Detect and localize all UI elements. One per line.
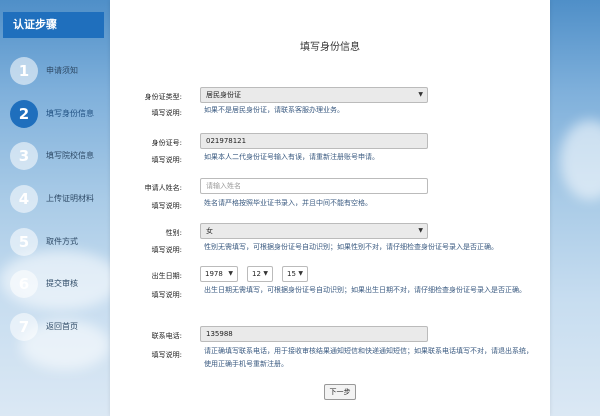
hint-label: 填写说明: — [151, 202, 182, 210]
chevron-down-icon: ▼ — [418, 91, 423, 98]
step-item-2[interactable]: 2 填写身份信息 — [10, 100, 105, 130]
phone-label: 联系电话: — [151, 332, 182, 340]
step-item-5[interactable]: 5 取件方式 — [10, 228, 105, 258]
step-number-badge: 3 — [10, 142, 38, 170]
page-title: 填写身份信息 — [300, 42, 360, 53]
birth-label: 出生日期: — [151, 272, 182, 280]
name-placeholder: 请输入姓名 — [206, 182, 241, 190]
gender-value: 女 — [206, 227, 213, 235]
phone-field[interactable]: 135988 — [200, 326, 428, 342]
id-type-hint: 如果不是居民身份证，请联系客服办理业务。 — [204, 106, 344, 114]
id-number-field[interactable]: 021978121 — [200, 133, 428, 149]
step-label: 申请须知 — [46, 66, 78, 75]
steps-sidebar: 认证步骤 1 申请须知 2 填写身份信息 3 填写院校信息 4 上传证明材料 5… — [0, 0, 105, 416]
hint-label: 填写说明: — [151, 291, 182, 299]
cloud — [560, 120, 600, 200]
birth-month-value: 12 — [252, 270, 261, 278]
birth-year-select[interactable]: 1978 ▼ — [200, 266, 238, 282]
step-number-badge: 7 — [10, 313, 38, 341]
step-label: 填写院校信息 — [46, 151, 94, 160]
id-type-label: 身份证类型: — [144, 93, 182, 101]
name-label: 申请人姓名: — [144, 184, 182, 192]
hint-label: 填写说明: — [151, 109, 182, 117]
birth-day-value: 15 — [287, 270, 296, 278]
id-number-hint: 如果本人二代身份证号输入有误，请重新注册账号申请。 — [204, 153, 379, 161]
step-number-badge: 4 — [10, 185, 38, 213]
gender-label: 性别: — [165, 229, 182, 237]
sidebar-title: 认证步骤 — [3, 12, 104, 38]
step-number-badge: 2 — [10, 100, 38, 128]
step-number-badge: 1 — [10, 57, 38, 85]
step-label: 填写身份信息 — [46, 109, 94, 118]
id-number-value: 021978121 — [206, 137, 247, 145]
step-label: 提交审核 — [46, 279, 78, 288]
hint-label: 填写说明: — [151, 351, 182, 359]
phone-value: 135988 — [206, 330, 233, 338]
chevron-down-icon: ▼ — [298, 270, 303, 277]
id-number-label: 身份证号: — [151, 139, 182, 147]
hint-label: 填写说明: — [151, 246, 182, 254]
step-number-badge: 6 — [10, 270, 38, 298]
step-item-7[interactable]: 7 返回首页 — [10, 313, 105, 343]
step-item-3[interactable]: 3 填写院校信息 — [10, 142, 105, 172]
birth-day-select[interactable]: 15 ▼ — [282, 266, 308, 282]
step-item-6[interactable]: 6 提交审核 — [10, 270, 105, 300]
chevron-down-icon: ▼ — [418, 227, 423, 234]
chevron-down-icon: ▼ — [263, 270, 268, 277]
id-type-value: 居民身份证 — [206, 91, 241, 99]
step-label: 上传证明材料 — [46, 194, 94, 203]
id-type-select[interactable]: 居民身份证 ▼ — [200, 87, 428, 103]
name-input[interactable]: 请输入姓名 — [200, 178, 428, 194]
birth-hint: 出生日期无需填写，可根据身份证号自动识别；如果出生日期不对，请仔细检查身份证号录… — [204, 286, 526, 294]
gender-hint: 性别无需填写，可根据身份证号自动识别；如果性别不对，请仔细检查身份证号录入是否正… — [204, 243, 498, 251]
step-label: 返回首页 — [46, 322, 78, 331]
form-panel: 填写身份信息 身份证类型: 居民身份证 ▼ 填写说明: 如果不是居民身份证，请联… — [110, 0, 550, 416]
birth-year-value: 1978 — [205, 270, 223, 278]
phone-hint: 请正确填写联系电话，用于接收审核结果通知短信和快递通知短信；如果联系电话填写不对… — [204, 347, 533, 368]
next-button[interactable]: 下一步 — [324, 384, 356, 400]
name-hint: 姓名请严格按照毕业证书录入，并且中间不能有空格。 — [204, 199, 372, 207]
hint-label: 填写说明: — [151, 156, 182, 164]
chevron-down-icon: ▼ — [228, 270, 233, 277]
step-item-1[interactable]: 1 申请须知 — [10, 57, 105, 87]
step-item-4[interactable]: 4 上传证明材料 — [10, 185, 105, 215]
gender-select[interactable]: 女 ▼ — [200, 223, 428, 239]
birth-month-select[interactable]: 12 ▼ — [247, 266, 273, 282]
step-label: 取件方式 — [46, 237, 78, 246]
step-number-badge: 5 — [10, 228, 38, 256]
